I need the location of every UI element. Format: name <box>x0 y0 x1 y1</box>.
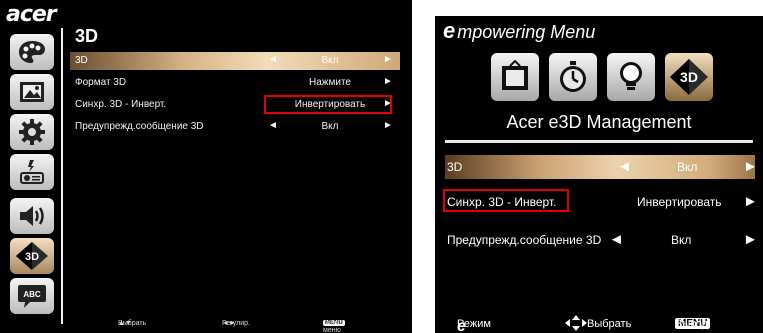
row-label: Предупрежд.сообщение 3D <box>447 233 602 247</box>
right-arrow-icon[interactable]: ► <box>383 120 393 131</box>
right-arrow-icon[interactable]: ► <box>383 76 393 87</box>
sidebar-abc-text: ABC <box>23 290 41 299</box>
sidebar-divider <box>61 28 63 324</box>
tab-3d-text: 3D <box>680 69 698 85</box>
right-arrow-icon[interactable]: ► <box>743 231 758 248</box>
projector-power-icon[interactable] <box>10 154 54 190</box>
right-arrow-icon[interactable]: ► <box>383 54 393 65</box>
header-text: mpowering Menu <box>457 22 596 42</box>
left-arrow-icon[interactable]: ◄ <box>609 231 624 248</box>
row-label: 3D <box>447 160 463 174</box>
right-arrow-icon[interactable]: ► <box>743 193 758 210</box>
menu-row-3d[interactable]: 3D ◄ Вкл ► <box>70 52 400 70</box>
row-label: Предупрежд.сообщение 3D <box>75 121 204 132</box>
row-value: Нажмите <box>309 77 351 88</box>
row-label: 3D <box>75 55 88 66</box>
row-value: Инвертировать <box>637 195 722 209</box>
exit-label: Выход <box>675 318 708 330</box>
four-way-arrows-icon <box>565 315 587 331</box>
left-arrow-icon[interactable]: ◄ <box>268 54 278 65</box>
row-value: Вкл <box>677 160 698 174</box>
frame-icon[interactable] <box>491 53 539 101</box>
palette-icon[interactable] <box>10 34 54 70</box>
select-hint: Выбрать <box>565 315 631 331</box>
sidebar-3d-text: 3D <box>25 251 39 263</box>
mode-label: Режим <box>457 318 491 330</box>
osd-sidebar: 3D ABC <box>2 30 62 320</box>
3d-icon[interactable]: 3D <box>665 53 713 101</box>
right-arrow-icon[interactable]: ► <box>743 158 758 175</box>
menu-row-3d[interactable]: 3D ◄ Вкл ► <box>445 155 758 179</box>
row-value: Вкл <box>321 55 339 66</box>
select-label: Выбрать <box>118 320 147 327</box>
highlight-box <box>264 95 392 114</box>
menu-row-3d-warning[interactable]: Предупрежд.сообщение 3D ◄ Вкл ► <box>445 228 758 252</box>
section-divider <box>445 140 753 143</box>
adjust-label: Регулир. <box>222 320 250 327</box>
stopwatch-icon[interactable] <box>549 53 597 101</box>
lightbulb-icon[interactable] <box>607 53 655 101</box>
acer-logo: acer <box>6 2 57 27</box>
row-value: Вкл <box>671 233 692 247</box>
row-label: Синхр. 3D - Инверт. <box>75 99 167 110</box>
empowering-menu-panel: e mpowering Menu 3D Acer e3D Management … <box>435 16 763 333</box>
3d-icon[interactable]: 3D <box>10 238 54 274</box>
left-arrow-icon[interactable]: ◄ <box>617 158 632 175</box>
empowering-footer: e Режим Выбрать MENU Выход <box>435 312 763 333</box>
section-title: Acer e3D Management <box>506 112 692 132</box>
menu-row-3d-warning[interactable]: Предупрежд.сообщение 3D ◄ Вкл ► <box>70 118 400 136</box>
osd-footer: ▲▼ Выбрать ◄► Регулир. MENU Глав. меню <box>0 320 412 333</box>
row-label: Формат 3D <box>75 77 127 88</box>
highlight-box <box>443 189 569 212</box>
menu-label: Глав. меню <box>323 320 341 333</box>
empowering-menu-title: e mpowering Menu <box>443 18 595 44</box>
acer-osd-menu-panel: acer 3D ABC 3D 3D ◄ Вкл ► Формат 3D Нажм… <box>0 0 412 333</box>
select-label: Выбрать <box>587 318 632 330</box>
gear-icon[interactable] <box>10 114 54 150</box>
empowering-e-icon: e <box>443 18 456 43</box>
speaker-icon[interactable] <box>10 198 54 234</box>
row-value: Вкл <box>321 121 339 132</box>
left-arrow-icon[interactable]: ◄ <box>268 120 278 131</box>
language-icon[interactable]: ABC <box>10 278 54 314</box>
menu-row-3d-format[interactable]: Формат 3D Нажмите ► <box>70 74 400 92</box>
page-title: 3D <box>75 26 99 46</box>
picture-icon[interactable] <box>10 74 54 110</box>
